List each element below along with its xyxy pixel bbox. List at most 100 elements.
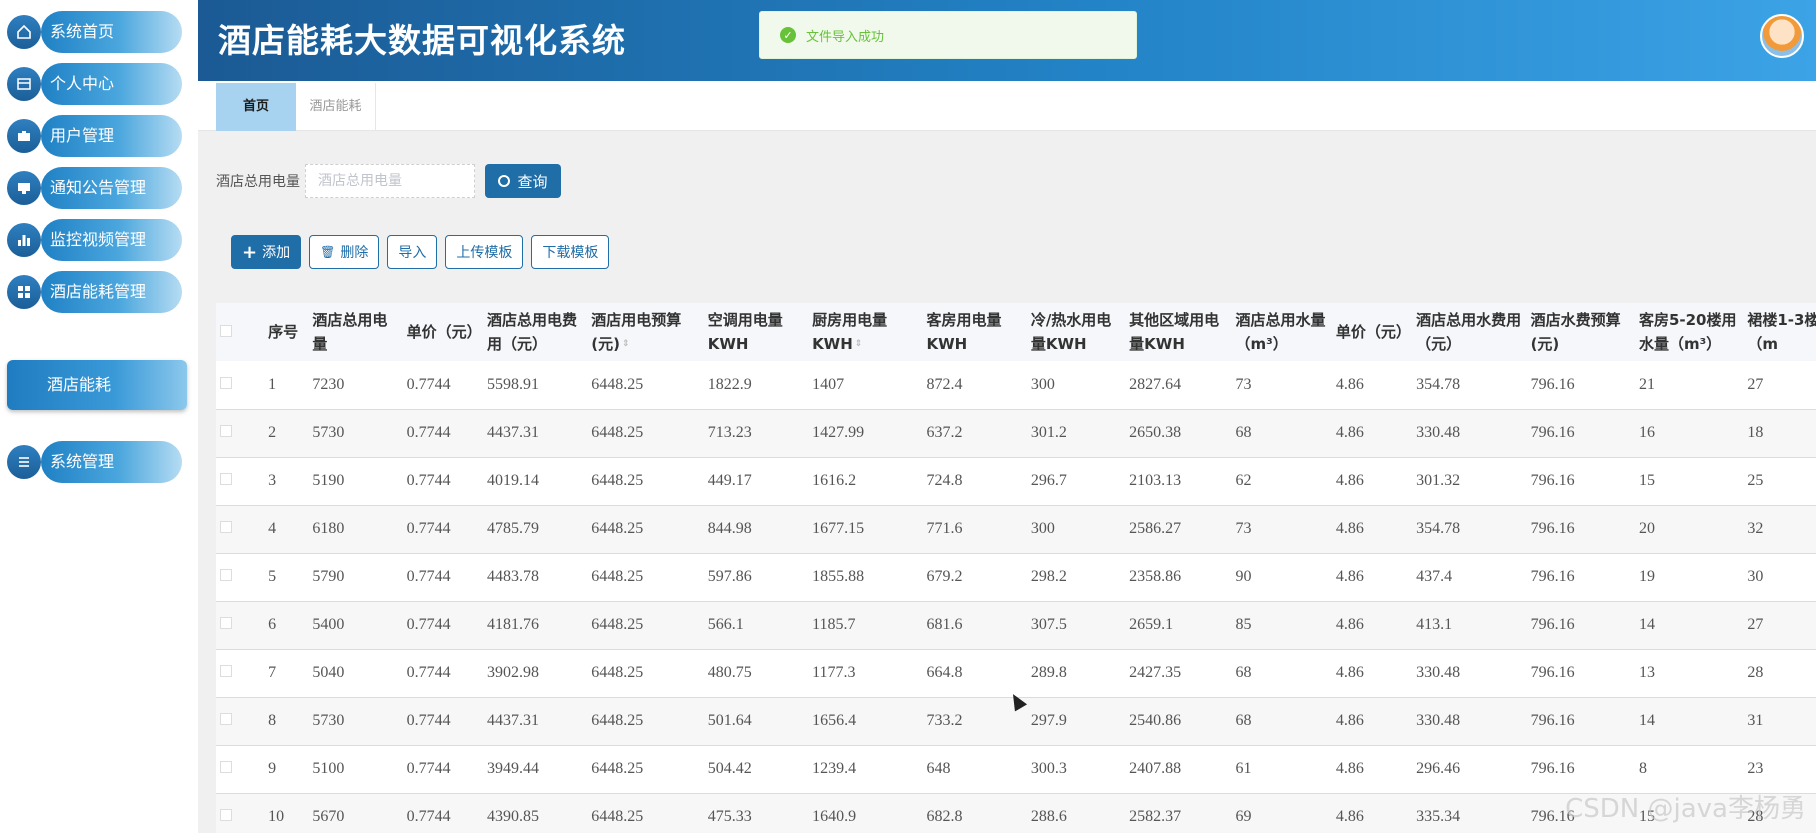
table-cell: 1855.88 xyxy=(812,568,865,585)
row-checkbox[interactable] xyxy=(216,457,264,505)
search-input[interactable] xyxy=(305,164,475,198)
query-button[interactable]: 查询 xyxy=(485,164,561,198)
sidebar-item-system[interactable]: 系统管理 xyxy=(7,441,182,483)
table-cell: 300 xyxy=(1030,375,1055,393)
table-cell: 449.17 xyxy=(707,472,752,489)
table-cell: 0.7744 xyxy=(406,760,451,777)
table-cell: 30 xyxy=(1747,568,1764,585)
upload-template-button[interactable]: 上传模板 xyxy=(445,235,524,269)
tab-home[interactable]: 首页 xyxy=(216,83,296,131)
sort-icon[interactable]: ⇕ xyxy=(622,332,630,356)
table-cell: 14 xyxy=(1638,616,1655,633)
column-header: 单价（元） xyxy=(406,323,482,341)
table-cell: 4.86 xyxy=(1335,760,1364,777)
sidebar-subitem-energy[interactable]: 酒店能耗 xyxy=(7,360,187,410)
table-cell: 4 xyxy=(268,520,277,537)
sidebar-item-home[interactable]: 系统首页 xyxy=(7,11,182,53)
table-cell: 4181.76 xyxy=(486,616,539,633)
sidebar-item-video[interactable]: 监控视频管理 xyxy=(7,219,182,261)
table-row[interactable]: 7 5040 0.7744 3902.98 6448.25 480.75 1177.3 664… xyxy=(216,649,1816,697)
data-table: 序号 酒店总用电量 单价（元） 酒店总用电费用（元） 酒店用电预算(元) ⇕ 空调… xyxy=(216,303,1816,833)
table-cell: 0.7744 xyxy=(406,424,451,441)
table-cell: 6448.25 xyxy=(591,375,644,393)
top-header: 酒店能耗大数据可视化系统 ✓ 文件导入成功 xyxy=(198,0,1816,81)
table-cell: 21 xyxy=(1638,375,1655,393)
download-template-button[interactable]: 下载模板 xyxy=(531,235,610,269)
table-cell: 4.86 xyxy=(1335,424,1364,441)
column-header-label: 酒店用电预算(元) xyxy=(591,310,682,353)
table-cell: 4390.85 xyxy=(486,808,539,825)
table-cell: 796.16 xyxy=(1530,760,1575,777)
row-checkbox[interactable] xyxy=(216,649,264,697)
table-cell: 844.98 xyxy=(707,520,752,537)
row-checkbox[interactable] xyxy=(216,601,264,649)
table-cell: 7 xyxy=(268,664,277,681)
table-cell: 796.16 xyxy=(1530,664,1575,681)
sidebar-item-profile[interactable]: 个人中心 xyxy=(7,63,182,105)
table-cell: 1822.9 xyxy=(707,375,752,393)
table-row[interactable]: 1 7230 0.7744 5598.91 6448.25 1822.9 1407 872.4… xyxy=(216,361,1816,409)
column-header: 其他区域用电量KWH xyxy=(1129,311,1220,353)
table-row[interactable]: 3 5190 0.7744 4019.14 6448.25 449.17 1616.2 724… xyxy=(216,457,1816,505)
row-checkbox[interactable] xyxy=(216,409,264,457)
tab-hotel-energy[interactable]: 酒店能耗 xyxy=(296,83,376,131)
briefcase-icon xyxy=(7,119,41,153)
table-cell: 4437.31 xyxy=(486,424,539,441)
table-cell: 4019.14 xyxy=(486,472,539,489)
table-cell: 6448.25 xyxy=(591,520,644,537)
search-icon xyxy=(498,175,511,187)
column-header: 客房5-20楼用水量（m³） xyxy=(1638,311,1737,353)
row-checkbox[interactable] xyxy=(216,697,264,745)
sidebar-item-users[interactable]: 用户管理 xyxy=(7,115,182,157)
select-all-checkbox[interactable] xyxy=(216,303,264,361)
table-cell: 1407 xyxy=(812,375,845,393)
table-cell: 4.86 xyxy=(1335,568,1364,585)
table-cell: 73 xyxy=(1235,375,1252,393)
table-cell: 6448.25 xyxy=(591,472,644,489)
grid-icon xyxy=(7,275,41,309)
table-cell: 330.48 xyxy=(1416,664,1461,681)
table-cell: 0.7744 xyxy=(406,375,451,393)
table-cell: 16 xyxy=(1638,424,1655,441)
table-row[interactable]: 6 5400 0.7744 4181.76 6448.25 566.1 1185.7 681.… xyxy=(216,601,1816,649)
table-cell: 4.86 xyxy=(1335,375,1364,393)
table-cell: 1616.2 xyxy=(812,472,857,489)
row-checkbox[interactable] xyxy=(216,361,264,409)
sort-icon[interactable]: ⇕ xyxy=(855,332,863,356)
row-checkbox[interactable] xyxy=(216,553,264,601)
table-cell: 480.75 xyxy=(707,664,752,681)
row-checkbox[interactable] xyxy=(216,793,264,833)
column-header[interactable]: 厨房用电量KWH ⇕ xyxy=(808,303,922,361)
table-cell: 4.86 xyxy=(1335,616,1364,633)
table-cell: 501.64 xyxy=(707,712,752,729)
column-header: 酒店总用电费用（元） xyxy=(486,311,577,353)
row-checkbox[interactable] xyxy=(216,505,264,553)
table-row[interactable]: 9 5100 0.7744 3949.44 6448.25 504.42 1239.4 648… xyxy=(216,745,1816,793)
add-button[interactable]: + 添加 xyxy=(231,235,302,269)
table-cell: 3 xyxy=(268,472,277,489)
table-cell: 18 xyxy=(1747,424,1764,441)
table-cell: 437.4 xyxy=(1416,568,1453,585)
column-header: 酒店总用电量 xyxy=(312,311,388,353)
table-cell: 296.7 xyxy=(1030,472,1067,489)
table-cell: 5 xyxy=(268,568,277,585)
table-cell: 1640.9 xyxy=(812,808,857,825)
success-toast: ✓ 文件导入成功 xyxy=(759,11,1137,59)
import-button[interactable]: 导入 xyxy=(387,235,438,269)
table-cell: 2586.27 xyxy=(1129,520,1182,537)
table-row[interactable]: 2 5730 0.7744 4437.31 6448.25 713.23 1427.99 63… xyxy=(216,409,1816,457)
sidebar-item-energy[interactable]: 酒店能耗管理 xyxy=(7,271,182,313)
table-cell: 637.2 xyxy=(926,424,963,441)
column-header[interactable]: 酒店用电预算(元) ⇕ xyxy=(587,303,703,361)
table-cell: 14 xyxy=(1638,712,1655,729)
add-button-label: 添加 xyxy=(262,245,291,261)
table-row[interactable]: 4 6180 0.7744 4785.79 6448.25 844.98 1677.15 77… xyxy=(216,505,1816,553)
avatar[interactable] xyxy=(1760,14,1804,58)
table-cell: 1 xyxy=(268,375,277,393)
row-checkbox[interactable] xyxy=(216,745,264,793)
table-cell: 27 xyxy=(1747,375,1764,393)
table-cell: 2827.64 xyxy=(1129,375,1182,393)
sidebar-item-notices[interactable]: 通知公告管理 xyxy=(7,167,182,209)
delete-button[interactable]: 🗑 删除 xyxy=(309,235,380,269)
table-row[interactable]: 5 5790 0.7744 4483.78 6448.25 597.86 1855.88 67… xyxy=(216,553,1816,601)
